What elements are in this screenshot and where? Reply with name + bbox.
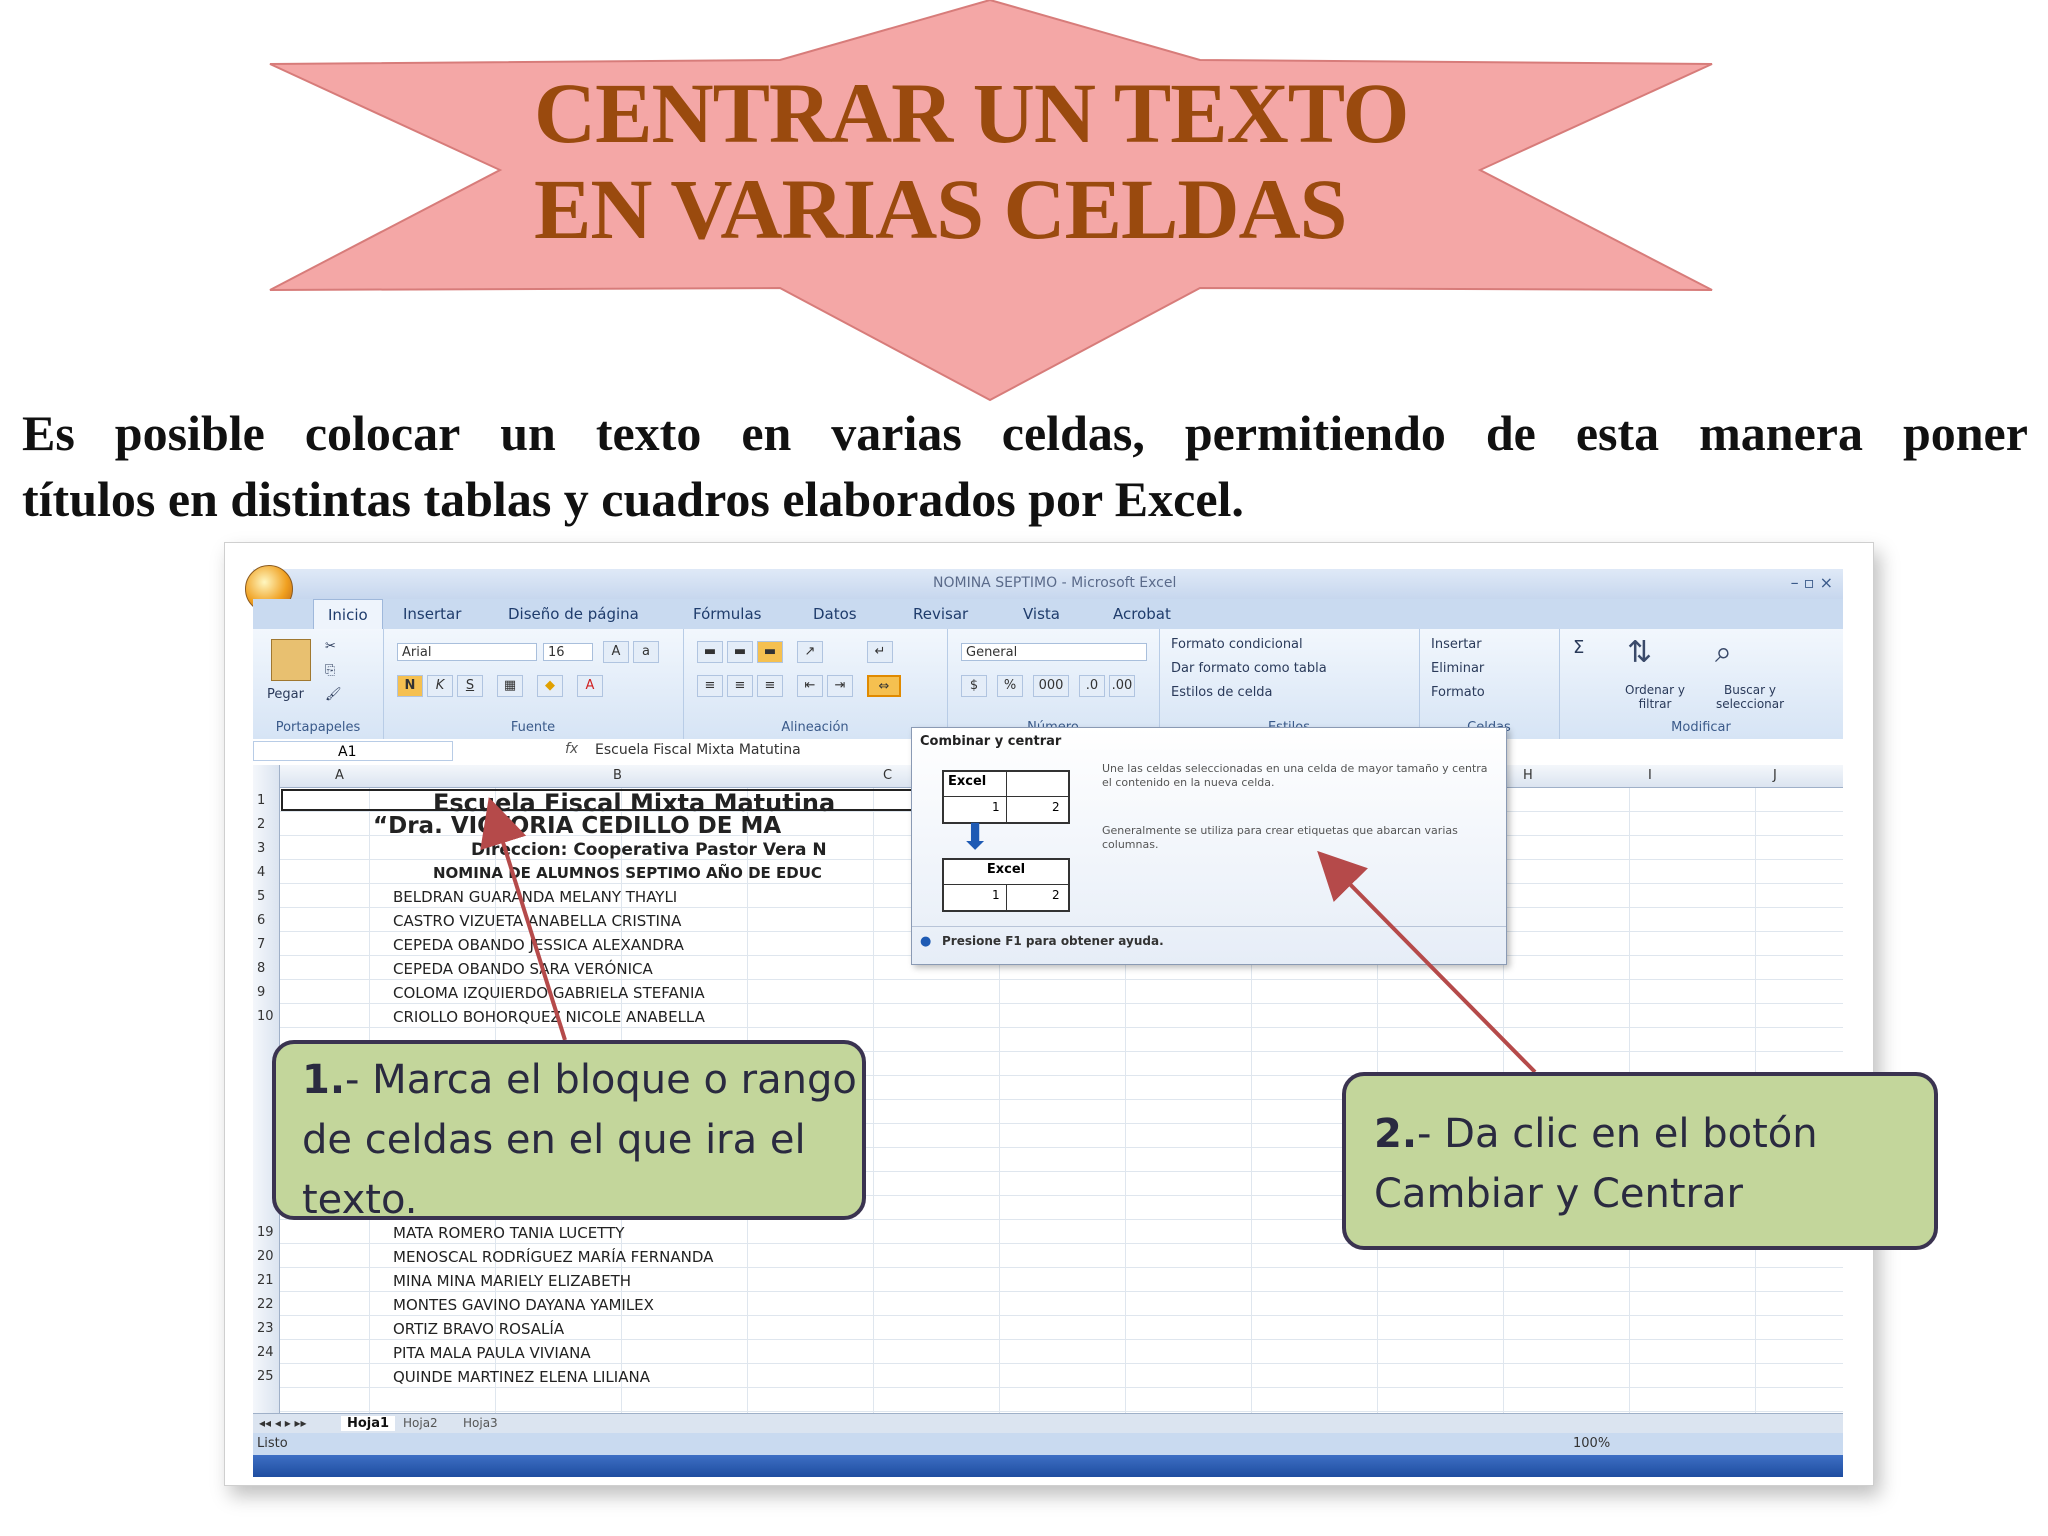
step2-text: - Da clic en el botón Cambiar y Centrar xyxy=(1374,1111,1818,1217)
callout-step1: 1.- Marca el bloque o rango de celdas en… xyxy=(272,1040,866,1223)
step1-text: - Marca el bloque o rango de celdas en e… xyxy=(302,1057,857,1223)
callout-step2: 2.- Da clic en el botón Cambiar y Centra… xyxy=(1342,1072,1938,1250)
arrow-to-tooltip xyxy=(1317,850,1537,1074)
step1-number: 1. xyxy=(302,1057,346,1103)
step2-number: 2. xyxy=(1374,1111,1418,1157)
arrow-to-selection xyxy=(480,797,567,1041)
callout-arrows xyxy=(480,797,1537,1074)
